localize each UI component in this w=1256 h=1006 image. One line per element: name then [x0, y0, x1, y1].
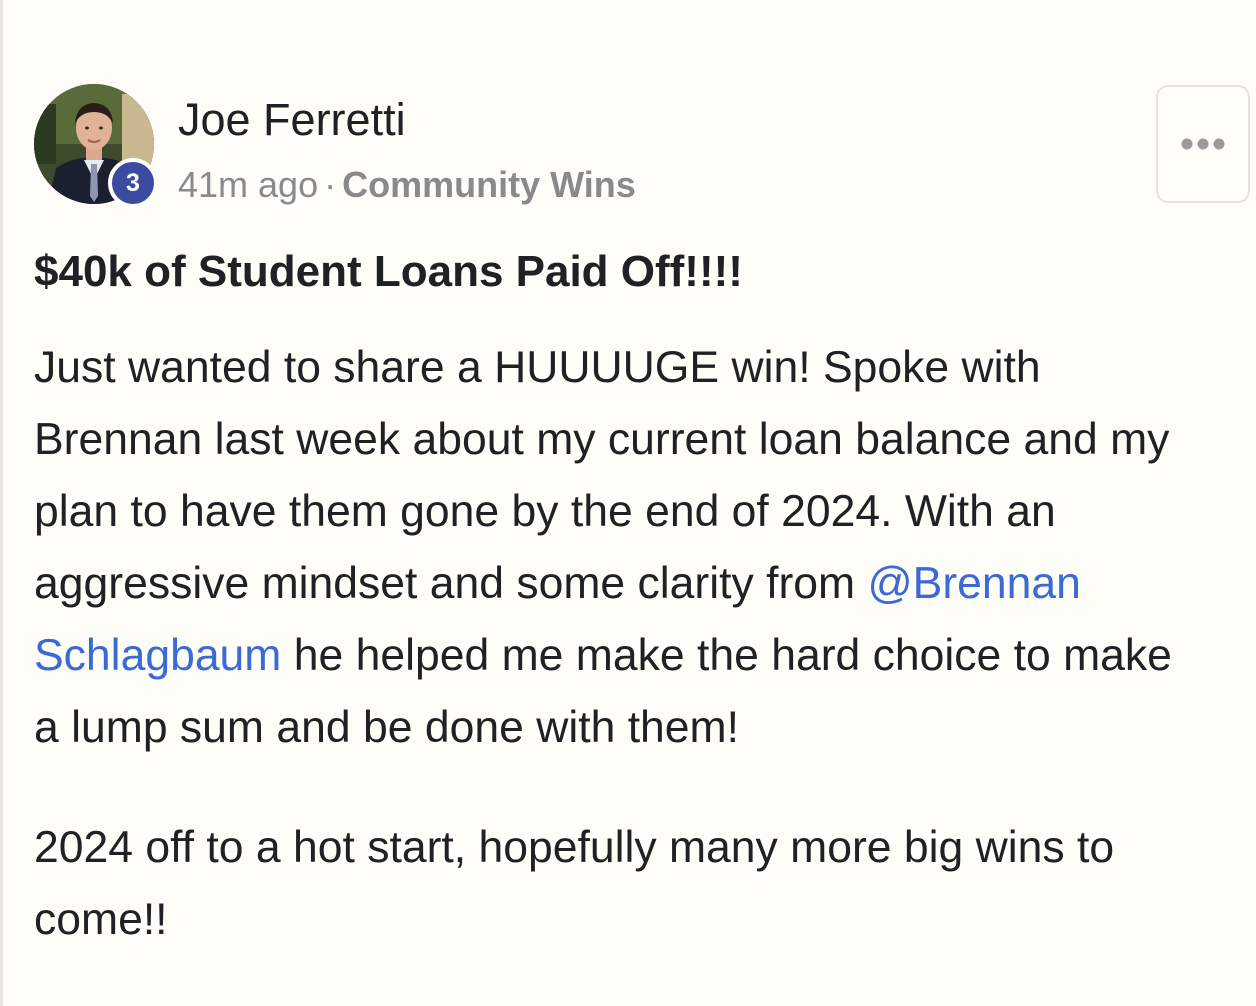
body-line: Just wanted to share a HUUUUGE win! Spok… — [34, 343, 1041, 392]
category-link[interactable]: Community Wins — [342, 164, 636, 205]
post-paragraph: 2024 off to a hot start, hopefully many … — [34, 812, 1256, 956]
body-line: plan to have them gone by the end of 202… — [34, 487, 1056, 536]
left-divider — [0, 0, 3, 1006]
user-mention-link[interactable]: Schlagbaum — [34, 631, 281, 680]
community-post: 3 Joe Ferretti 41m ago · Community Wins $4… — [34, 0, 1254, 1006]
body-text: aggressive mindset and some clarity from — [34, 559, 868, 608]
body-text: he helped me make the hard choice to mak… — [281, 631, 1172, 680]
post-body: Just wanted to share a HUUUUGE win! Spok… — [34, 332, 1256, 956]
more-options-button[interactable] — [1156, 85, 1250, 203]
body-line: a lump sum and be done with them! — [34, 703, 739, 752]
post-paragraph: Just wanted to share a HUUUUGE win! Spok… — [34, 332, 1256, 764]
post-time: 41m ago — [178, 164, 319, 205]
post-title: $40k of Student Loans Paid Off!!!! — [34, 247, 743, 296]
body-line: Schlagbaum he helped me make the hard ch… — [34, 620, 1256, 692]
body-line: Brennan last week about my current loan … — [34, 415, 1170, 464]
post-meta: 41m ago · Community Wins — [178, 163, 636, 207]
body-line: come!! — [34, 895, 168, 944]
author-name[interactable]: Joe Ferretti — [178, 94, 406, 146]
body-line: 2024 off to a hot start, hopefully many … — [34, 823, 1115, 872]
author-avatar-group[interactable]: 3 — [34, 84, 158, 208]
body-line: aggressive mindset and some clarity from… — [34, 548, 1256, 620]
user-mention-link[interactable]: @Brennan — [867, 559, 1080, 608]
meta-separator: · — [324, 164, 337, 205]
more-horizontal-icon — [1181, 138, 1225, 150]
level-badge: 3 — [108, 158, 158, 208]
